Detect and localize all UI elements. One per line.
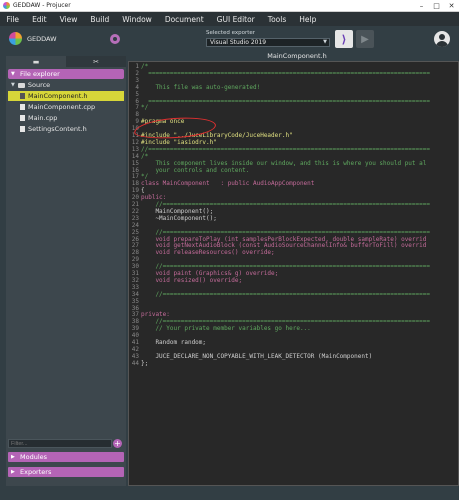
folder-icon: ▬ (32, 57, 40, 66)
exporter-label: Selected exporter (206, 30, 256, 36)
menu-window[interactable]: Window (116, 15, 159, 24)
tree-file-item[interactable]: MainComponent.h (8, 91, 124, 101)
chevron-down-icon: ▼ (323, 39, 327, 45)
project-name: GEDDAW (27, 35, 57, 43)
modules-section-header[interactable]: Modules (8, 452, 124, 462)
tree-file-label: MainComponent.h (28, 92, 88, 100)
tree-file-item[interactable]: SettingsContent.h (8, 124, 124, 134)
menu-bar: File Edit View Build Window Document GUI… (0, 12, 459, 26)
tools-icon: ✂ (93, 57, 99, 66)
file-icon (20, 104, 25, 110)
menu-view[interactable]: View (53, 15, 84, 24)
tree-file-item[interactable]: Main.cpp (8, 113, 124, 123)
maximize-button[interactable]: □ (429, 0, 444, 11)
exporters-section-header[interactable]: Exporters (8, 467, 124, 477)
sidebar-tabs: ▬ ✂ (6, 56, 126, 67)
chevron-down-icon: ▼ (11, 82, 15, 88)
add-file-button[interactable]: + (113, 439, 122, 448)
menu-help[interactable]: Help (293, 15, 323, 24)
visual-studio-icon: ⟩ (341, 32, 347, 46)
title-bar: GEDDAW - Projucer – □ ✕ (0, 0, 459, 12)
code-line: 44}; (129, 359, 458, 367)
file-icon (20, 126, 25, 132)
exporter-value: Visual Studio 2019 (210, 39, 267, 46)
menu-file[interactable]: File (0, 15, 26, 24)
tab-file-explorer[interactable]: ▬ (6, 56, 66, 67)
tree-group-label: Source (27, 81, 51, 89)
tree-file-label: MainComponent.cpp (28, 103, 96, 111)
window-title: GEDDAW - Projucer (13, 2, 71, 9)
menu-gui-editor[interactable]: GUI Editor (210, 15, 261, 24)
play-icon: ▶ (361, 33, 369, 45)
file-explorer-header[interactable]: File explorer (8, 69, 124, 79)
menu-document[interactable]: Document (158, 15, 210, 24)
filter-input[interactable] (8, 439, 112, 448)
tree-group-source[interactable]: ▼ Source (8, 80, 124, 90)
tree-file-label: SettingsContent.h (28, 125, 87, 133)
menu-edit[interactable]: Edit (26, 15, 54, 24)
exporter-select[interactable]: Visual Studio 2019 ▼ (206, 38, 330, 47)
juce-logo-icon (9, 32, 22, 45)
user-avatar-button[interactable] (434, 31, 450, 47)
file-icon (20, 93, 25, 99)
open-in-ide-button[interactable]: ⟩ (335, 30, 353, 48)
code-text: }; (141, 359, 149, 367)
run-button[interactable]: ▶ (356, 30, 374, 48)
minimize-button[interactable]: – (414, 0, 429, 11)
tab-project-settings[interactable]: ✂ (66, 56, 126, 67)
line-number: 44 (131, 359, 139, 367)
file-icon (20, 115, 25, 121)
bottom-margin (0, 486, 459, 500)
menu-tools[interactable]: Tools (261, 15, 292, 24)
window-controls: – □ ✕ (414, 0, 459, 11)
folder-icon (17, 82, 25, 88)
tree-file-label: Main.cpp (28, 114, 58, 122)
editor-title: MainComponent.h (267, 52, 327, 60)
close-button[interactable]: ✕ (444, 0, 459, 11)
sidebar: ▬ ✂ File explorer ▼ Source MainComponent… (6, 56, 126, 486)
project-settings-gear-icon[interactable] (110, 34, 120, 44)
menu-build[interactable]: Build (84, 15, 116, 24)
projucer-app-icon (3, 2, 10, 9)
tree-file-item[interactable]: MainComponent.cpp (8, 102, 124, 112)
